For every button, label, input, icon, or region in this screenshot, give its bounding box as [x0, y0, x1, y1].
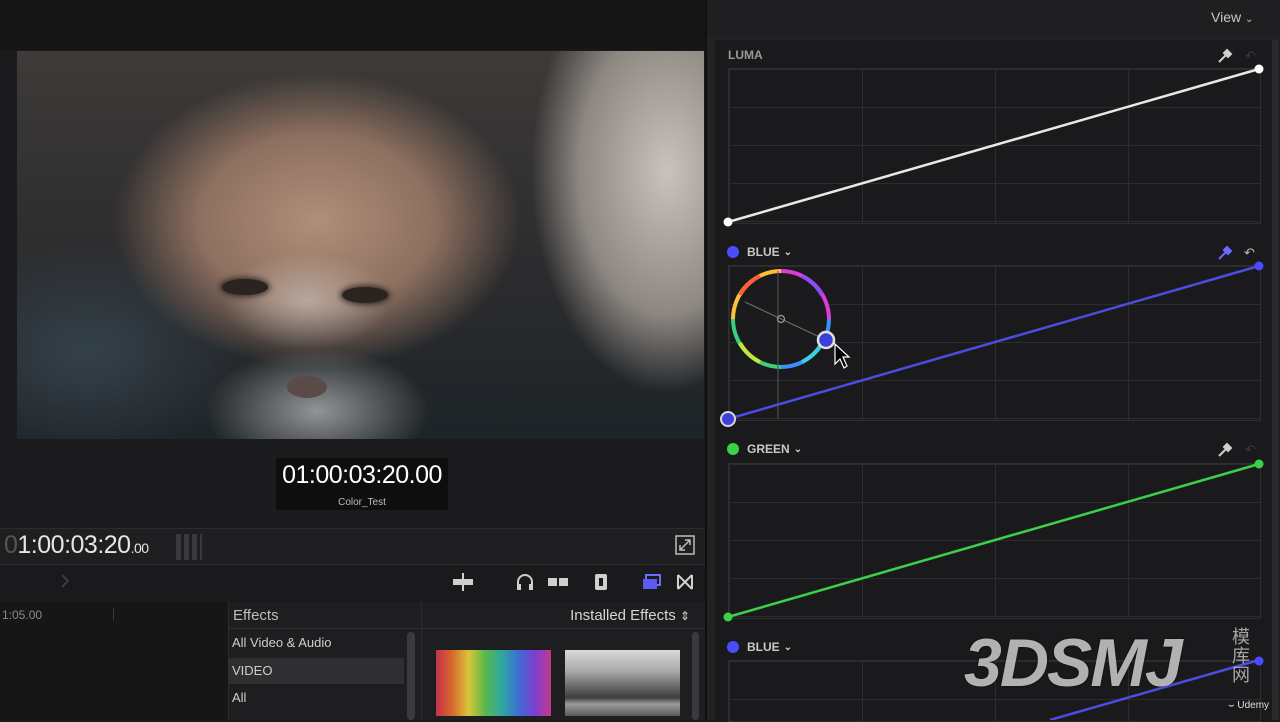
luma-white-point — [1254, 64, 1264, 74]
udemy-label: Udemy — [1237, 700, 1270, 711]
hue-color-wheel — [731, 269, 836, 419]
udemy-icon: ⌣ — [1228, 700, 1238, 711]
mouse-cursor-icon — [834, 342, 851, 369]
green-curve-line — [727, 462, 1260, 619]
luma-black-point — [723, 217, 733, 227]
hue-handle — [816, 330, 836, 350]
green-black-point — [723, 612, 733, 622]
blue-white-point — [1254, 261, 1264, 271]
watermark-chinese: 模库网 — [1232, 627, 1250, 685]
watermark-logo: 3DSMJ — [964, 625, 1183, 701]
udemy-logo: ⌣ Udemy — [1228, 700, 1269, 711]
green-white-point — [1254, 459, 1264, 469]
blue-black-point — [720, 411, 736, 427]
luma-curve-line — [727, 67, 1260, 224]
curves-overlay — [720, 64, 1264, 720]
